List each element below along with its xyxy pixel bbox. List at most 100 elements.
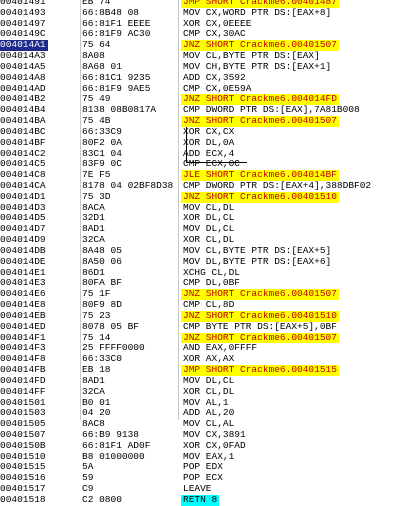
instruction-cell: LEAVE	[183, 483, 212, 495]
address-cell: 004014D9	[0, 235, 46, 246]
address-cell: 00401517	[0, 484, 46, 495]
disasm-row[interactable]: 00401507 66:B9 9138 MOV CX,3891	[0, 428, 415, 441]
disassembly-pane[interactable]: 00401491 EB 74 JMP SHORT Crackme6.00401487…	[0, 0, 415, 506]
address-cell: 00401491	[0, 0, 46, 7]
address-cell: 004014E6	[0, 289, 46, 300]
address-cell: 004014A3	[0, 51, 46, 62]
address-cell: 00401505	[0, 419, 46, 430]
hex-bytes-cell: 59	[82, 473, 94, 484]
hex-bytes-cell: 32CA	[82, 386, 105, 397]
address-cell: 004014FB	[0, 365, 46, 376]
instruction-cell: POP ECX	[183, 472, 223, 484]
disasm-row[interactable]: 00401505 8AC8 MOV CL,AL	[0, 418, 415, 430]
hex-bytes-cell: 04 20	[82, 408, 111, 419]
hex-bytes-cell: 80F2 0A	[82, 137, 122, 148]
hex-bytes-cell: 8ACA	[82, 202, 105, 213]
hex-bytes-cell: 5A	[82, 462, 94, 473]
hex-bytes-cell: 66:8B48 08	[82, 7, 140, 18]
hex-bytes-cell: 8AD1	[82, 224, 105, 235]
hex-bytes-cell: 8178 04 02BF8D38	[82, 181, 174, 192]
hex-bytes-cell: 8A48 05	[82, 245, 122, 256]
disasm-row[interactable]: 00401516 59 POP ECX	[0, 472, 415, 484]
address-cell: 004014D3	[0, 202, 46, 213]
address-cell: 004014B2	[0, 94, 46, 105]
hex-bytes-cell: 66:81F1 EEEE	[82, 18, 151, 29]
instruction-cell: RETN 8	[181, 493, 220, 506]
address-cell: 00401515	[0, 462, 46, 473]
hex-bytes-cell: 32D1	[82, 213, 105, 224]
hex-bytes-cell: 86D1	[82, 267, 105, 278]
hex-bytes-cell: B8 01000000	[82, 451, 145, 462]
address-cell: 004014E1	[0, 267, 46, 278]
instruction-cell: MOV CX,3891	[183, 428, 246, 440]
address-cell: 004014BF	[0, 137, 46, 148]
hex-bytes-cell: 75 4B	[82, 116, 111, 127]
disasm-row[interactable]: 004014BF 80F2 0A XOR DL,0A	[0, 136, 415, 149]
hex-bytes-cell: 8AD1	[82, 375, 105, 386]
address-cell: 004014BA	[0, 116, 46, 127]
disasm-row[interactable]: 004014FF 32CA XOR CL,DL	[0, 385, 415, 398]
hex-bytes-cell: 75 49	[82, 94, 111, 105]
address-cell: 00401497	[0, 18, 46, 29]
address-cell: 004014F1	[0, 332, 46, 343]
hex-bytes-cell: 80F9 8D	[82, 300, 122, 311]
hex-bytes-cell: B0 01	[82, 397, 111, 408]
instruction-cell: ADD CX,3592	[183, 71, 246, 83]
address-cell: 004014AD	[0, 83, 46, 94]
address-cell: 004014A8	[0, 72, 46, 83]
instruction-cell: XOR CX,0FAD	[183, 439, 246, 451]
disasm-row[interactable]: 004014A8 66:81C1 9235 ADD CX,3592	[0, 71, 415, 84]
address-cell: 004014ED	[0, 321, 46, 332]
disasm-row[interactable]: 00401518 C2 0800 RETN 8	[0, 493, 415, 506]
instruction-cell: CMP BYTE PTR DS:[EAX+5],0BF	[183, 320, 337, 332]
address-cell: 004014D7	[0, 224, 46, 235]
hex-bytes-cell: 8078 05 BF	[82, 321, 140, 332]
hex-bytes-cell: 25 FFFF0000	[82, 343, 145, 354]
hex-bytes-cell: 66:81F9 AC30	[82, 29, 151, 40]
hex-bytes-cell: 8A50 06	[82, 256, 122, 267]
address-cell: 00401501	[0, 397, 46, 408]
disasm-row[interactable]: 00401493 66:8B48 08 MOV CX,WORD PTR DS:[EA…	[0, 6, 415, 19]
address-cell: 00401510	[0, 451, 46, 462]
instruction-cell: XOR DL,0A	[183, 136, 235, 148]
hex-bytes-cell: C9	[82, 484, 94, 495]
address-cell: 00401503	[0, 408, 46, 419]
disasm-row[interactable]: 004014ED 8078 05 BF CMP BYTE PTR DS:[EAX+5…	[0, 320, 415, 333]
instruction-cell: MOV CX,WORD PTR DS:[EAX+8]	[183, 6, 332, 18]
hex-bytes-cell: 75 1F	[82, 289, 111, 300]
hex-bytes-cell: 8AC8	[82, 419, 105, 430]
hex-bytes-cell: 32CA	[82, 235, 105, 246]
address-cell: 004014C2	[0, 148, 46, 159]
address-cell: 004014C8	[0, 170, 46, 181]
hex-bytes-cell: EB 18	[82, 365, 111, 376]
disasm-row[interactable]: 00401517 C9 LEAVE	[0, 483, 415, 495]
disasm-row[interactable]: 004014DE 8A50 06 MOV DL,BYTE PTR DS:[EAX+6…	[0, 256, 415, 268]
address-cell: 004014B4	[0, 105, 46, 116]
hex-bytes-cell: 75 3D	[82, 191, 111, 202]
hex-bytes-cell: 8A68 01	[82, 61, 122, 72]
instruction-cell: MOV CL,AL	[183, 418, 235, 430]
hex-bytes-cell: EB 74	[82, 0, 111, 7]
instruction-cell: MOV EAX,1	[183, 450, 235, 462]
address-cell: 004014FF	[0, 386, 46, 397]
hex-bytes-cell: 75 64	[82, 40, 111, 51]
address-cell: 004014DB	[0, 245, 46, 256]
hex-bytes-cell: 7E F5	[82, 170, 111, 181]
address-cell: 004014D1	[0, 191, 46, 202]
hex-bytes-cell: 83F9 0C	[82, 159, 122, 170]
address-cell: 004014E3	[0, 278, 46, 289]
address-cell: 00401493	[0, 7, 46, 18]
address-cell: 004014CA	[0, 181, 46, 192]
disasm-row[interactable]: 0040150B 66:81F1 AD0F XOR CX,0FAD	[0, 439, 415, 452]
hex-bytes-cell: 80FA BF	[82, 278, 122, 289]
address-cell: 00401507	[0, 429, 46, 440]
hex-bytes-cell: C2 0800	[82, 494, 122, 505]
instruction-cell: XOR CL,DL	[183, 385, 235, 397]
hex-bytes-cell: 66:81F1 AD0F	[82, 440, 151, 451]
address-cell: 004014D5	[0, 213, 46, 224]
address-cell: 00401516	[0, 473, 46, 484]
disasm-row[interactable]: 00401510 B8 01000000 MOV EAX,1	[0, 450, 415, 463]
hex-bytes-cell: 75 14	[82, 332, 111, 343]
disasm-row[interactable]: 00401515 5A POP EDX	[0, 462, 415, 473]
address-cell: 004014A1	[0, 40, 48, 52]
